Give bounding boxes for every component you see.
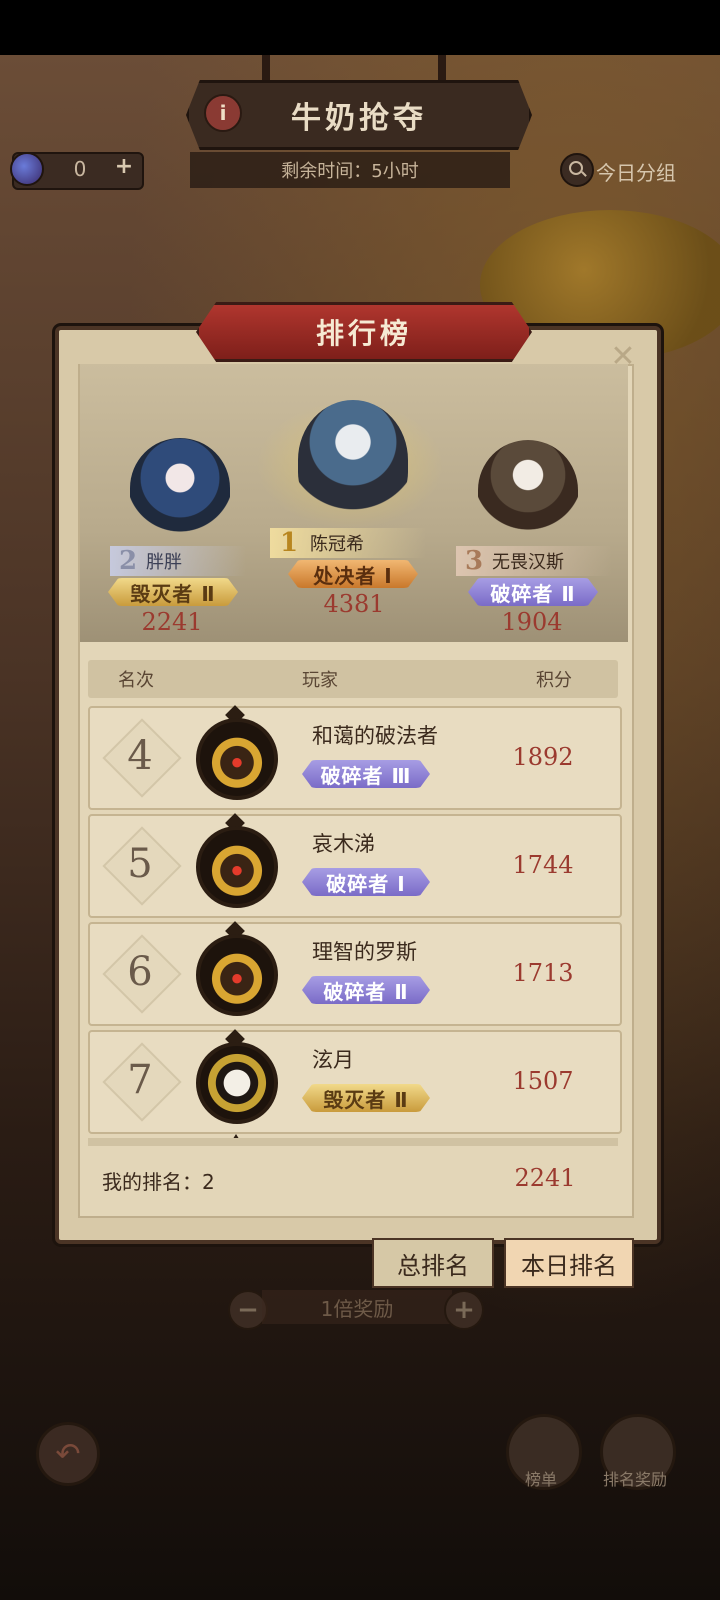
podium-2-name-strip: 2 胖胖 — [110, 546, 246, 576]
podium-3-score: 1904 — [501, 608, 563, 636]
podium-hero-3 — [478, 440, 578, 540]
header-score: 积分 — [536, 670, 572, 691]
reward-multiplier: 1倍奖励 — [262, 1290, 452, 1324]
list-divider — [88, 1138, 618, 1146]
podium-3-name-strip: 3 无畏汉斯 — [456, 546, 612, 576]
row-score: 1744 — [512, 851, 574, 879]
row-player-name: 理智的罗斯 — [312, 940, 417, 964]
row-rank: 4 — [127, 733, 153, 779]
my-score: 2241 — [514, 1164, 576, 1192]
row-badge: 破碎者 Ⅲ — [302, 760, 430, 788]
podium-hero-2 — [130, 438, 230, 538]
header-rank: 名次 — [118, 670, 154, 691]
player-avatar[interactable] — [196, 934, 278, 1016]
player-avatar[interactable] — [196, 1042, 278, 1124]
event-title: 牛奶抢夺 — [291, 101, 427, 136]
leaderboard-title: 排行榜 — [315, 317, 412, 350]
banner-hook-right — [438, 55, 446, 81]
row-rank: 5 — [127, 841, 153, 887]
podium-1-name: 陈冠希 — [310, 534, 364, 555]
my-rank-label: 我的排名：2 — [102, 1170, 215, 1194]
search-icon[interactable] — [560, 153, 594, 187]
row-score: 1507 — [512, 1067, 574, 1095]
podium-2-badge: 毁灭者 Ⅱ — [108, 578, 238, 606]
row-badge: 毁灭者 Ⅱ — [302, 1084, 430, 1112]
row-rank: 7 — [127, 1057, 153, 1103]
podium-1-name-strip: 1 陈冠希 — [270, 528, 426, 558]
podium-3-rank: 3 — [464, 546, 484, 576]
row-player-name: 哀木涕 — [312, 832, 375, 856]
player-avatar[interactable] — [196, 718, 278, 800]
row-badge: 破碎者 Ⅱ — [302, 976, 430, 1004]
podium-2-rank: 2 — [118, 546, 138, 576]
row-player-name: 和蔼的破法者 — [312, 724, 438, 748]
info-icon[interactable]: i — [204, 94, 242, 132]
podium-1-rank: 1 — [279, 528, 299, 558]
podium-3-badge: 破碎者 Ⅱ — [468, 578, 598, 606]
row-player-name: 泫月 — [312, 1048, 354, 1072]
row-badge: 破碎者 Ⅰ — [302, 868, 430, 896]
status-bar — [0, 0, 720, 55]
increase-reward-button[interactable]: + — [444, 1290, 484, 1330]
row-rank: 6 — [127, 949, 153, 995]
podium-2-score: 2241 — [141, 608, 203, 636]
tab-today-ranking[interactable]: 本日排名 — [504, 1238, 634, 1288]
row-score: 1892 — [512, 743, 574, 771]
tab-total-ranking[interactable]: 总排名 — [372, 1238, 494, 1288]
podium-1-badge: 处决者 Ⅰ — [288, 560, 418, 588]
today-group-button[interactable]: 今日分组 — [596, 157, 696, 186]
banner-hook-left — [262, 55, 270, 81]
add-currency-button[interactable]: + — [112, 155, 136, 179]
currency-value: 0 — [73, 157, 87, 181]
gem-icon — [10, 152, 44, 186]
podium-hero-1 — [298, 400, 408, 520]
header-player: 玩家 — [302, 670, 338, 691]
back-icon[interactable]: ↶ — [36, 1422, 100, 1486]
podium-1-score: 4381 — [323, 590, 385, 618]
row-score: 1713 — [512, 959, 574, 987]
leaderboard-label: 榜单 — [524, 1470, 557, 1489]
player-avatar[interactable] — [196, 826, 278, 908]
podium-2-name: 胖胖 — [146, 552, 182, 573]
rank-reward-label: 排名奖励 — [602, 1470, 667, 1489]
leaderboard-title-banner: 排行榜 — [196, 302, 532, 362]
remaining-time: 剩余时间：5小时 — [190, 152, 510, 188]
podium-3-name: 无畏汉斯 — [492, 552, 564, 573]
